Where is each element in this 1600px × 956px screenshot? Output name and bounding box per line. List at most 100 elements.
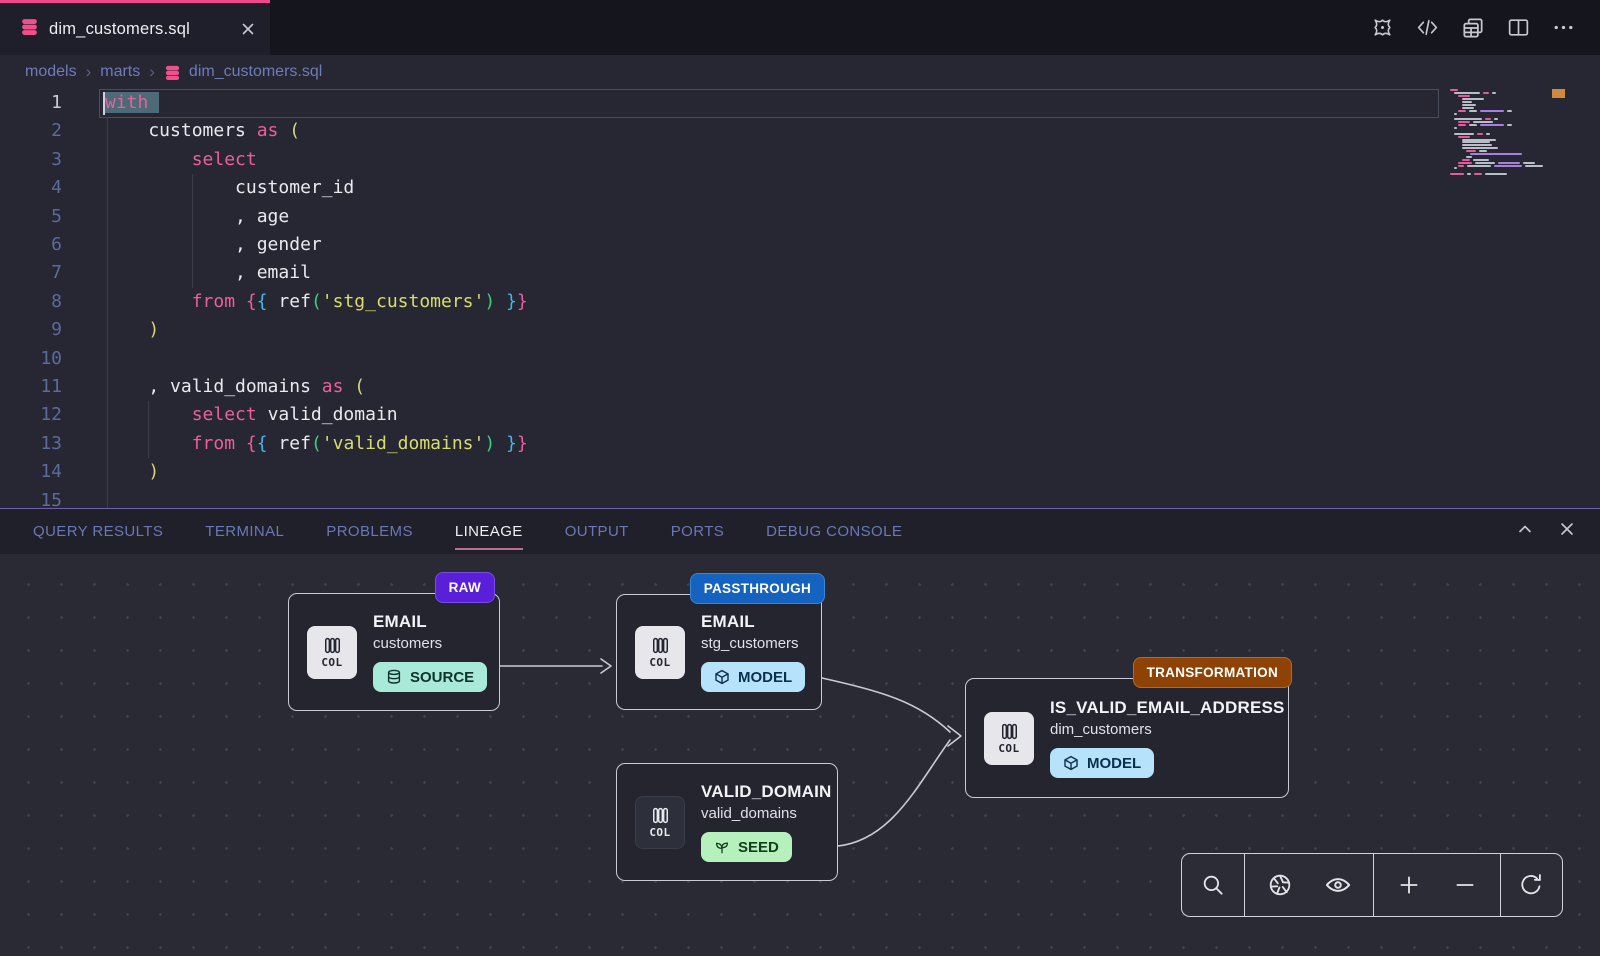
passthrough-badge: PASSTHROUGH xyxy=(690,573,825,604)
tab-dim-customers[interactable]: dim_customers.sql xyxy=(0,0,270,55)
tab-terminal[interactable]: TERMINAL xyxy=(184,509,305,554)
column-chip: COL xyxy=(635,796,685,849)
line-number: 5 xyxy=(0,203,62,231)
model-badge: MODEL xyxy=(701,662,805,692)
lineage-node-customers[interactable]: RAW COL EMAIL customers SOURCE xyxy=(288,593,500,711)
database-icon xyxy=(164,64,181,81)
breadcrumb: models › marts › dim_customers.sql xyxy=(0,55,1600,89)
tab-lineage[interactable]: LINEAGE xyxy=(434,509,544,554)
column-name: EMAIL xyxy=(701,612,755,632)
column-chip: COL xyxy=(635,626,685,679)
search-button[interactable] xyxy=(1191,863,1235,907)
panel-tabs: QUERY RESULTS TERMINAL PROBLEMS LINEAGE … xyxy=(0,509,923,554)
minus-icon xyxy=(1452,872,1478,898)
chevron-up-icon[interactable] xyxy=(1516,520,1534,543)
lineage-node-dim-customers[interactable]: TRANSFORMATION COL IS_VALID_EMAIL_ADDRES… xyxy=(965,678,1289,798)
line-number: 13 xyxy=(0,430,62,458)
breadcrumb-file[interactable]: dim_customers.sql xyxy=(164,63,322,81)
more-actions-icon[interactable] xyxy=(1551,15,1576,40)
refresh-icon xyxy=(1518,872,1544,898)
app-window: dim_customers.sql xyxy=(0,0,1600,956)
seed-badge: SEED xyxy=(701,832,792,862)
text-cursor xyxy=(103,92,105,115)
tab-ports[interactable]: PORTS xyxy=(650,509,745,554)
code-line[interactable]: 7 , email xyxy=(0,259,1600,287)
code-line[interactable]: 12 select valid_domain xyxy=(0,401,1600,429)
tab-output[interactable]: OUTPUT xyxy=(544,509,650,554)
reset-view-button[interactable] xyxy=(1509,863,1553,907)
raw-badge: RAW xyxy=(435,572,495,603)
breadcrumb-separator: › xyxy=(149,62,155,82)
model-badge: MODEL xyxy=(1050,748,1154,778)
search-icon xyxy=(1200,872,1226,898)
code-line[interactable]: 5 , age xyxy=(0,203,1600,231)
line-number: 14 xyxy=(0,458,62,486)
column-chip: COL xyxy=(984,712,1034,765)
overview-ruler-marker xyxy=(1552,89,1565,98)
code-line[interactable]: 10 xyxy=(0,345,1600,373)
close-panel-icon[interactable] xyxy=(1558,520,1576,543)
bottom-panel-header: QUERY RESULTS TERMINAL PROBLEMS LINEAGE … xyxy=(0,508,1600,554)
code-line[interactable]: 14 ) xyxy=(0,458,1600,486)
code-line[interactable]: 6 , gender xyxy=(0,231,1600,259)
breadcrumb-models[interactable]: models xyxy=(25,63,77,81)
line-number: 3 xyxy=(0,146,62,174)
code-line[interactable]: 11 , valid_domains as ( xyxy=(0,373,1600,401)
copy-table-icon[interactable] xyxy=(1460,15,1486,41)
column-name: IS_VALID_EMAIL_ADDRESS xyxy=(1050,698,1285,718)
dbt-logo-icon[interactable] xyxy=(1370,15,1395,40)
tab-bar: dim_customers.sql xyxy=(0,0,1600,55)
line-number: 15 xyxy=(0,487,62,508)
model-name: stg_customers xyxy=(701,635,799,652)
tab-problems[interactable]: PROBLEMS xyxy=(305,509,434,554)
code-icon[interactable] xyxy=(1415,15,1440,40)
code-editor[interactable]: 1with 2 customers as (3 select4 customer… xyxy=(0,89,1600,508)
line-number: 8 xyxy=(0,288,62,316)
lineage-node-valid-domains[interactable]: COL VALID_DOMAIN valid_domains SEED xyxy=(616,763,838,881)
code-line[interactable]: 4 customer_id xyxy=(0,174,1600,202)
code-line[interactable]: 8 from {{ ref('stg_customers') }} xyxy=(0,288,1600,316)
model-name: customers xyxy=(373,635,442,652)
lineage-toolbar xyxy=(1181,853,1563,917)
column-name: VALID_DOMAIN xyxy=(701,782,832,802)
split-editor-icon[interactable] xyxy=(1506,15,1531,40)
visibility-button[interactable] xyxy=(1316,863,1360,907)
column-name: EMAIL xyxy=(373,612,427,632)
line-number: 1 xyxy=(0,89,62,117)
code-line[interactable]: 15 xyxy=(0,487,1600,508)
sprout-icon xyxy=(714,839,730,855)
tab-title: dim_customers.sql xyxy=(49,20,230,39)
minimap[interactable] xyxy=(1448,89,1548,176)
snapshot-button[interactable] xyxy=(1258,863,1302,907)
breadcrumb-marts[interactable]: marts xyxy=(100,63,140,81)
arrowhead-icon xyxy=(948,726,961,746)
zoom-in-button[interactable] xyxy=(1387,863,1431,907)
zoom-out-button[interactable] xyxy=(1443,863,1487,907)
lineage-canvas[interactable]: RAW COL EMAIL customers SOURCE xyxy=(0,554,1600,956)
code-line[interactable]: 9 ) xyxy=(0,316,1600,344)
breadcrumb-separator: › xyxy=(86,62,92,82)
edge-stg-dim xyxy=(822,678,950,732)
code-line[interactable]: 13 from {{ ref('valid_domains') }} xyxy=(0,430,1600,458)
columns-icon xyxy=(1000,722,1019,741)
line-number: 9 xyxy=(0,316,62,344)
source-badge: SOURCE xyxy=(373,662,487,692)
line-number: 12 xyxy=(0,401,62,429)
transformation-badge: TRANSFORMATION xyxy=(1133,657,1292,688)
editor-actions xyxy=(1370,0,1600,55)
code-line[interactable]: 2 customers as ( xyxy=(0,117,1600,145)
columns-icon xyxy=(323,636,342,655)
line-number: 10 xyxy=(0,345,62,373)
edge-valid-dim xyxy=(838,740,950,846)
close-icon[interactable] xyxy=(240,21,256,37)
tab-debug-console[interactable]: DEBUG CONSOLE xyxy=(745,509,923,554)
lineage-node-stg-customers[interactable]: PASSTHROUGH COL EMAIL stg_customers MODE… xyxy=(616,594,822,710)
tab-query-results[interactable]: QUERY RESULTS xyxy=(12,509,184,554)
line-number: 2 xyxy=(0,117,62,145)
columns-icon xyxy=(651,806,670,825)
code-line[interactable]: 3 select xyxy=(0,146,1600,174)
code-line[interactable]: 1with xyxy=(0,89,1600,117)
model-name: dim_customers xyxy=(1050,721,1152,738)
minimap-row xyxy=(1448,173,1548,176)
line-number: 11 xyxy=(0,373,62,401)
